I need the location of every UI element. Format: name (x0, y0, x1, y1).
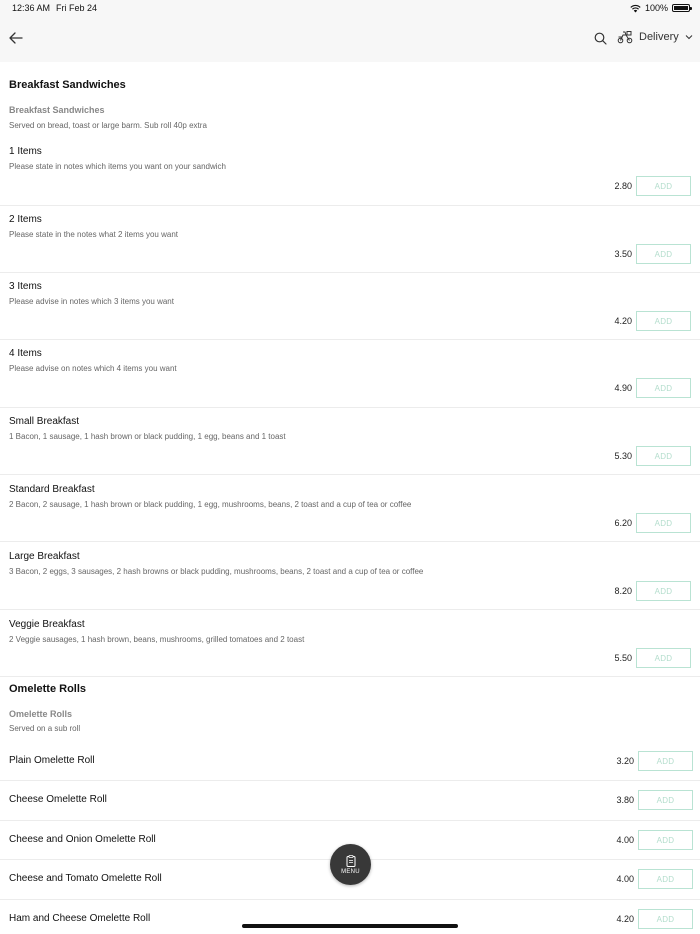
back-button[interactable] (8, 30, 28, 50)
home-indicator[interactable] (242, 924, 458, 928)
item-name: Plain Omelette Roll (9, 755, 95, 766)
item-price: 5.50 (614, 653, 632, 663)
menu-item: 2 Items Please state in the notes what 2… (0, 206, 700, 273)
item-name: Cheese and Onion Omelette Roll (9, 834, 156, 845)
item-name: 2 Items (9, 214, 42, 225)
status-right: 100% (630, 3, 692, 13)
item-price: 5.30 (614, 451, 632, 461)
section-subtitle: Omelette Rolls (9, 709, 73, 719)
arrow-left-icon (9, 32, 23, 44)
scooter-icon (617, 31, 633, 44)
item-name: 1 Items (9, 146, 42, 157)
item-name: Large Breakfast (9, 551, 80, 562)
item-description: Please state in notes which items you wa… (9, 162, 227, 171)
menu-item: Cheese Omelette Roll 3.80 ADD (0, 781, 700, 821)
item-name: Small Breakfast (9, 416, 80, 427)
battery-icon (672, 4, 692, 12)
clipboard-icon (346, 854, 355, 867)
item-price: 4.90 (614, 383, 632, 393)
add-button[interactable]: ADD (638, 751, 693, 771)
section-description: Served on bread, toast or large barm. Su… (9, 121, 207, 130)
menu-button-label: MENU (341, 868, 360, 875)
item-price: 3.50 (614, 249, 632, 259)
add-button[interactable]: ADD (638, 909, 693, 929)
add-button[interactable]: ADD (636, 581, 691, 601)
item-price: 4.00 (616, 874, 634, 884)
item-description: 2 Bacon, 2 sausage, 1 hash brown or blac… (9, 500, 412, 509)
item-price: 4.20 (616, 914, 634, 924)
item-description: 1 Bacon, 1 sausage, 1 hash brown or blac… (9, 432, 286, 441)
wifi-icon (630, 4, 641, 12)
item-name: Cheese and Tomato Omelette Roll (9, 873, 162, 884)
item-price: 2.80 (614, 181, 632, 191)
add-button[interactable]: ADD (636, 244, 691, 264)
add-button[interactable]: ADD (636, 513, 691, 533)
item-description: 3 Bacon, 2 eggs, 3 sausages, 2 hash brow… (9, 567, 424, 576)
item-price: 4.00 (616, 835, 634, 845)
section-subtitle: Breakfast Sandwiches (9, 105, 105, 115)
item-name: 4 Items (9, 348, 42, 359)
nav-bar: Delivery (0, 18, 700, 62)
item-price: 6.20 (614, 518, 632, 528)
battery-fill (674, 6, 688, 10)
status-bar: 12:36 AM Fri Feb 24 100% (0, 0, 700, 18)
add-button[interactable]: ADD (636, 446, 691, 466)
menu-item: 4 Items Please advise on notes which 4 i… (0, 340, 700, 408)
add-button[interactable]: ADD (638, 790, 693, 810)
menu-item: Large Breakfast 3 Bacon, 2 eggs, 3 sausa… (0, 542, 700, 610)
add-button[interactable]: ADD (636, 311, 691, 331)
search-button[interactable] (594, 32, 608, 46)
delivery-selector[interactable]: Delivery (617, 30, 693, 44)
item-name: Cheese Omelette Roll (9, 794, 107, 805)
item-name: Standard Breakfast (9, 484, 95, 495)
item-price: 4.20 (614, 316, 632, 326)
menu-item: Small Breakfast 1 Bacon, 1 sausage, 1 ha… (0, 408, 700, 475)
item-description: 2 Veggie sausages, 1 hash brown, beans, … (9, 635, 305, 644)
item-price: 8.20 (614, 586, 632, 596)
item-price: 3.20 (616, 756, 634, 766)
menu-button[interactable]: MENU (330, 844, 371, 885)
add-button[interactable]: ADD (638, 830, 693, 850)
add-button[interactable]: ADD (636, 378, 691, 398)
add-button[interactable]: ADD (636, 176, 691, 196)
section-description: Served on a sub roll (9, 724, 81, 733)
section-title: Omelette Rolls (9, 683, 87, 695)
add-button[interactable]: ADD (638, 869, 693, 889)
add-button[interactable]: ADD (636, 648, 691, 668)
battery-percent: 100% (644, 3, 668, 13)
item-description: Please state in the notes what 2 items y… (9, 230, 178, 239)
item-name: Ham and Cheese Omelette Roll (9, 913, 151, 924)
item-description: Please advise in notes which 3 items you… (9, 297, 174, 306)
menu-item: Veggie Breakfast 2 Veggie sausages, 1 ha… (0, 610, 700, 677)
status-date: Fri Feb 24 (56, 3, 98, 13)
menu-item: 3 Items Please advise in notes which 3 i… (0, 273, 700, 340)
item-price: 3.80 (616, 795, 634, 805)
menu-item: Ham and Cheese Omelette Roll 4.20 ADD (0, 900, 700, 934)
section-title: Breakfast Sandwiches (9, 79, 126, 91)
menu-item: Plain Omelette Roll 3.20 ADD (0, 742, 700, 781)
item-name: Veggie Breakfast (9, 619, 85, 630)
menu-item: Standard Breakfast 2 Bacon, 2 sausage, 1… (0, 475, 700, 542)
status-time: 12:36 AM (12, 3, 51, 13)
search-icon (594, 32, 607, 45)
item-name: 3 Items (9, 281, 42, 292)
chevron-down-icon (685, 35, 693, 40)
delivery-label: Delivery (639, 31, 679, 43)
item-description: Please advise on notes which 4 items you… (9, 364, 177, 373)
menu-item: 1 Items Please state in notes which item… (0, 144, 700, 206)
